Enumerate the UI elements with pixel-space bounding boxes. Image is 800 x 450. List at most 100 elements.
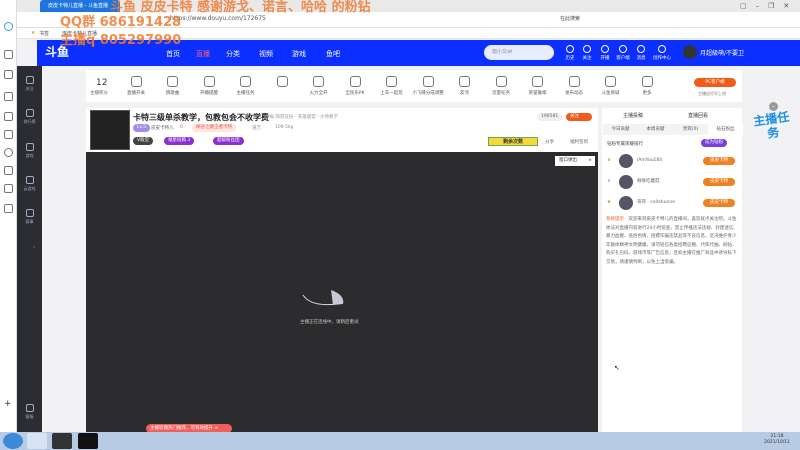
bookmarks-label[interactable]: 书签 [39, 30, 49, 37]
sidebar-ranking[interactable]: 排行榜 [17, 109, 42, 125]
taskbar-app-3[interactable] [78, 433, 98, 449]
start-live-button[interactable]: 开播 [596, 45, 614, 61]
toolbar-item[interactable]: 上车一起玩 [374, 76, 410, 96]
pc-client-note: 主播应尽早上线 [698, 91, 726, 96]
search-icon[interactable] [4, 92, 13, 101]
taskbar-app-2[interactable] [52, 433, 72, 449]
remaining-count-banner[interactable]: 剩余次数 [488, 137, 538, 146]
search-input[interactable]: 迦小又wl [484, 45, 554, 60]
card-icon[interactable] [4, 130, 13, 139]
fan-badge: 皮皮卡特 [703, 178, 735, 186]
reader-icon[interactable] [4, 50, 13, 59]
host-name[interactable]: 皮皮卡特儿 [151, 125, 174, 131]
toolbar-item[interactable]: 发布动态 [556, 76, 592, 96]
toolbar-item[interactable]: 全民乐PK [337, 76, 373, 96]
lucky-badge[interactable]: 福星班稿 3 [164, 137, 195, 145]
close-icon: × [588, 158, 592, 163]
user-avatar[interactable] [683, 45, 697, 59]
star-icon[interactable] [4, 70, 13, 79]
tab-today[interactable]: 今日贡献 [603, 124, 638, 135]
toolbar-item[interactable] [264, 76, 300, 90]
browser-logo-icon[interactable] [4, 22, 13, 31]
chat-icon[interactable] [4, 148, 13, 157]
toolbar-item[interactable]: 主播任务 [228, 76, 264, 96]
nav-yuba[interactable]: 鱼吧 [326, 49, 340, 59]
tab-week[interactable]: 本周贡献 [638, 124, 673, 135]
browser-search[interactable]: 在此搜索 [560, 15, 580, 22]
notes-icon[interactable] [4, 204, 13, 213]
anchor-task-floating-button[interactable]: 主播任务 [750, 109, 797, 152]
share-button[interactable]: 分享 [545, 139, 554, 145]
collapse-icon[interactable]: – [769, 102, 778, 111]
v-hall-badge[interactable]: V殿堂 [133, 137, 154, 145]
follow-button[interactable]: 关注 [566, 113, 592, 121]
start-button[interactable] [3, 433, 23, 449]
toolbar-item[interactable]: 猜歌曲 [155, 76, 191, 96]
creator-center-button[interactable]: 创作中心 [650, 45, 674, 61]
taskbar-browser[interactable] [27, 433, 47, 449]
toolbar-item[interactable]: 火力全开 [301, 76, 337, 96]
toolbar-item[interactable]: 小飞碟分成调整 [410, 76, 446, 96]
anchor-score: 12 [96, 78, 108, 88]
popout-window-button[interactable]: 窗口弹出 × [555, 156, 595, 166]
anchor-posts-link[interactable]: 主播投稿 [623, 112, 643, 119]
toolbar-item[interactable]: 开播提醒 [191, 76, 227, 96]
video-status-message: 主播正在连线中，请稍后重试 [300, 320, 359, 325]
tab-diamond-fans[interactable]: 钻石粉丝 [708, 124, 743, 135]
tool-icon [568, 76, 580, 87]
system-clock[interactable]: 21:18 2021/10/11 [764, 434, 790, 446]
anchor-score-label: 主播积分 [90, 91, 108, 96]
system-notice: 系统提示：欢迎来到皮皮卡特儿的直播间，喜欢就点关注吧。斗鱼依法对直播内容进行24… [606, 217, 738, 265]
nav-games[interactable]: 游戏 [292, 49, 306, 59]
fan-rank-row[interactable]: ♛ 哥哥 · cellahunne 皮皮卡特 [607, 194, 737, 212]
history-button[interactable]: 历史 [561, 45, 579, 61]
sidebar-expand-handle[interactable]: › [33, 232, 42, 264]
bag-icon[interactable] [4, 166, 13, 175]
toolbar-item[interactable]: 友邻 [447, 76, 483, 96]
toolbar-item[interactable]: 更多 [629, 76, 665, 96]
sidebar-support[interactable]: 客服 [17, 404, 42, 420]
video-player[interactable] [86, 152, 598, 432]
replay-link[interactable]: 直播回看 [688, 112, 708, 119]
messages-button[interactable]: 消息 [632, 45, 650, 61]
toolbar-item[interactable]: 斗鱼商城 [593, 76, 629, 96]
room-tags[interactable]: 举报 网游竞技 · 英雄联盟 · 大神教学 [265, 114, 338, 120]
toolbar-item[interactable]: 流量任务 [483, 76, 519, 96]
nav-live[interactable]: 直播 [196, 49, 210, 59]
crown-icon: ♛ [607, 158, 612, 163]
video-icon[interactable] [4, 112, 13, 121]
tool-icon [605, 76, 616, 87]
tool-icon [167, 76, 178, 87]
follow-button[interactable]: 关注 [578, 45, 596, 61]
fan-rank-row[interactable]: ♛ 咻咻吃蘑菇 皮皮卡特 [607, 173, 737, 191]
loading-animation-icon [302, 290, 344, 306]
viewers: 道万 [252, 126, 261, 131]
sidebar-esports[interactable]: 赛事 [17, 209, 42, 225]
tool-icon [532, 76, 543, 87]
toolbar-item[interactable]: 直播开关 [118, 76, 154, 96]
pc-client-button[interactable]: PC客户端 [694, 78, 736, 87]
tool-icon [130, 76, 142, 87]
user-name[interactable]: 月超級萌/不要卫 [700, 48, 744, 57]
tab-vip[interactable]: 贵宾(0) [673, 124, 708, 135]
nav-video[interactable]: 视频 [259, 49, 273, 59]
room-cover-image [90, 110, 130, 150]
checkin-button[interactable]: 福利签到 [570, 139, 588, 145]
fan-rank-row[interactable]: ♛ IAmYou184 皮皮卡特 [607, 152, 737, 170]
sidebar-games[interactable]: 游戏 [17, 143, 42, 159]
cart-icon[interactable] [4, 184, 13, 193]
nav-home[interactable]: 首页 [166, 49, 180, 59]
tool-icon [495, 76, 507, 87]
sidebar-cloud-games[interactable]: 云游戏 [17, 176, 42, 192]
rank-badge[interactable]: 峡谷之巅王者卡特 [192, 124, 236, 132]
add-icon[interactable]: + [4, 400, 13, 409]
window-controls[interactable]: ▢–❐✕ [740, 2, 798, 10]
become-diamond-fan-button[interactable]: 成为钻粉 [701, 139, 727, 147]
tool-icon [459, 76, 470, 87]
nav-category[interactable]: 分类 [226, 49, 240, 59]
fan-avatar [619, 196, 633, 210]
super-fans-badge[interactable]: 超级粉丝团 [213, 137, 244, 145]
client-button[interactable]: 客户端 [614, 45, 632, 61]
toolbar-item[interactable]: 荣誉徽章 [520, 76, 556, 96]
sidebar-follow[interactable]: 关注 [17, 76, 42, 92]
